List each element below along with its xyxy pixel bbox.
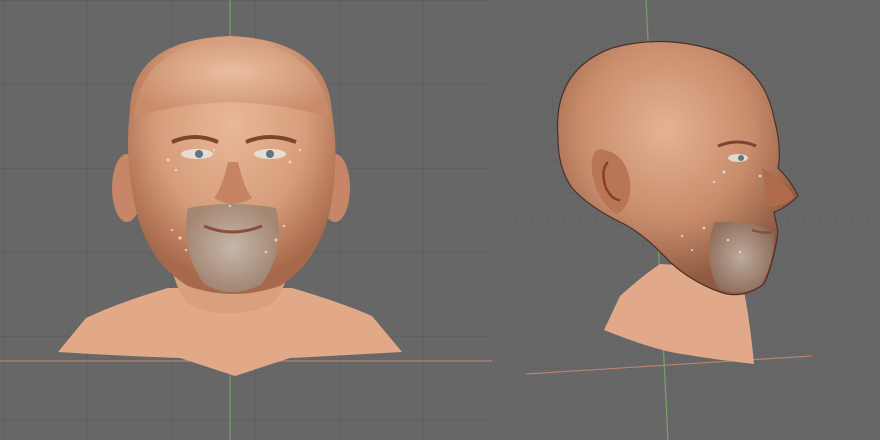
side-view-canvas bbox=[492, 0, 880, 440]
left-iris bbox=[195, 150, 203, 158]
front-view-canvas bbox=[0, 0, 492, 440]
viewport-front[interactable] bbox=[0, 0, 492, 440]
iris bbox=[738, 155, 744, 161]
right-iris bbox=[266, 150, 274, 158]
viewport-pair bbox=[0, 0, 880, 440]
viewport-side[interactable] bbox=[492, 0, 880, 440]
